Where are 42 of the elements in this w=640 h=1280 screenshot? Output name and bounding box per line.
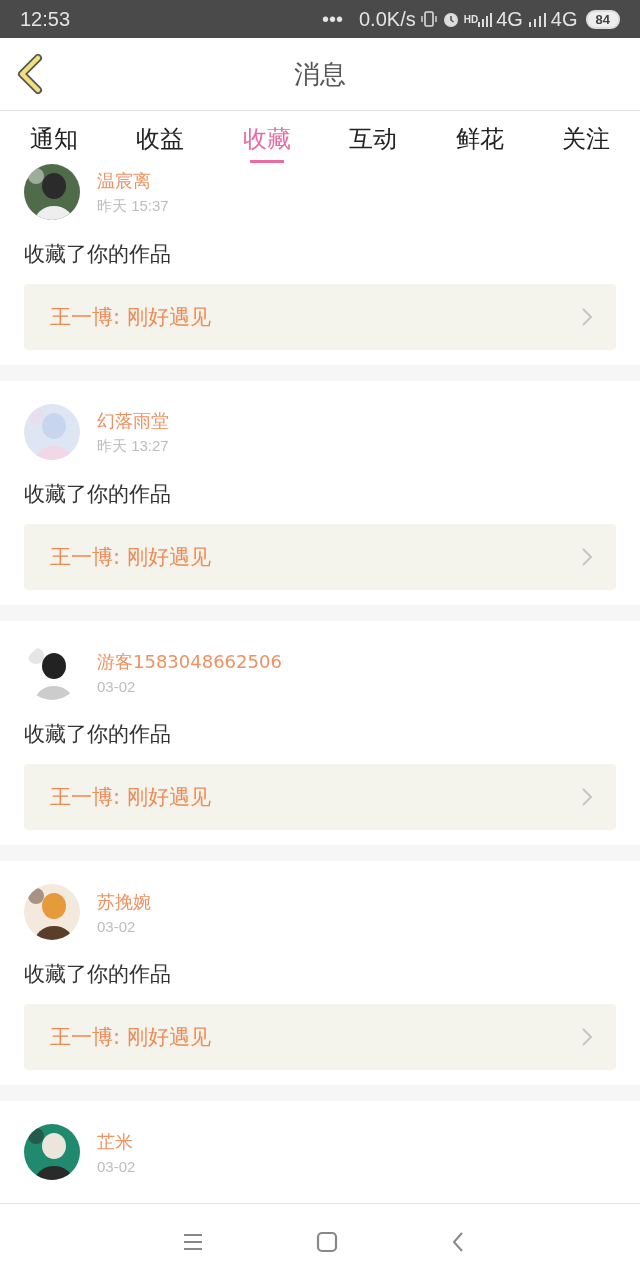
chevron-right-icon xyxy=(580,1026,594,1048)
alarm-icon xyxy=(441,10,460,28)
tab[interactable]: 关注 xyxy=(541,111,630,163)
network-speed: 0.0K/s xyxy=(359,7,416,31)
chevron-right-icon xyxy=(580,546,594,568)
home-icon[interactable] xyxy=(316,1231,338,1253)
network-type: 4G xyxy=(550,7,578,31)
chevron-right-icon xyxy=(580,306,594,328)
message-text: 收藏了你的作品 xyxy=(24,721,172,748)
work-link[interactable]: 王一博: 刚好遇见 xyxy=(24,524,616,590)
vibrate-icon xyxy=(419,10,438,28)
signal-icon xyxy=(478,11,493,27)
work-link[interactable]: 王一博: 刚好遇见 xyxy=(24,764,616,830)
clock-time: 12:53 xyxy=(20,7,71,31)
menu-icon[interactable] xyxy=(182,1232,204,1252)
battery-level: 84 xyxy=(585,9,620,29)
chevron-right-icon xyxy=(580,786,594,808)
back-icon[interactable] xyxy=(450,1231,466,1253)
timestamp: 03-02 xyxy=(97,677,137,695)
timestamp: 03-02 xyxy=(97,917,137,935)
hd-label: HD xyxy=(463,13,479,25)
page-title: 消息 xyxy=(294,57,346,91)
timestamp: 03-02 xyxy=(97,1157,136,1175)
work-link[interactable]: 王一博: 刚好遇见 xyxy=(24,1004,616,1070)
message-text: 收藏了你的作品 xyxy=(24,961,172,988)
user-name[interactable]: 芷米 xyxy=(97,1129,136,1154)
message-text: 收藏了你的作品 xyxy=(24,481,172,508)
network-type: 4G xyxy=(496,7,523,31)
user-name[interactable]: 苏挽婉 xyxy=(97,889,151,914)
signal-icon xyxy=(526,11,547,27)
tab[interactable]: 收益 xyxy=(116,111,205,163)
tab[interactable]: 通知 xyxy=(10,111,98,163)
more-notifications: ••• xyxy=(322,7,343,31)
work-link[interactable]: 王一博: 刚好遇见 xyxy=(24,284,616,350)
user-name[interactable]: 游客1583048662506 xyxy=(97,649,282,674)
user-name[interactable]: 幻落雨堂 xyxy=(97,408,169,433)
user-name[interactable]: 温宸离 xyxy=(97,168,169,193)
timestamp: 昨天 13:27 xyxy=(97,436,169,456)
timestamp: 昨天 15:37 xyxy=(97,196,169,216)
message-text: 收藏了你的作品 xyxy=(24,241,172,268)
tab[interactable]: 互动 xyxy=(329,111,418,163)
tab[interactable]: 鲜花 xyxy=(435,111,524,163)
